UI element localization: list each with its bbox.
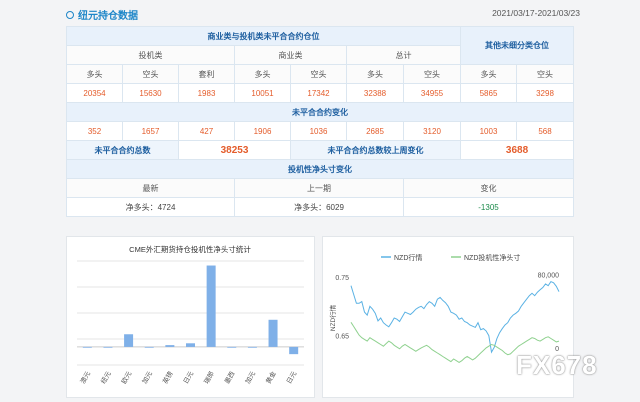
positions-table: 商业类与投机类未平合合约仓位 其他未细分类仓位 投机类 商业类 总计 多头 空头… (65, 26, 575, 217)
tick-label: 日元 (285, 370, 299, 386)
oi-change-value: 3688 (460, 140, 575, 160)
bar (103, 346, 113, 348)
tick-label: 加元 (243, 369, 258, 385)
value-cell: 17342 (290, 83, 347, 103)
watermark: FX678 (516, 350, 598, 380)
legend-label: NZD投机性净头寸 (464, 253, 520, 262)
bar-chart: CME外汇期货持仓投机性净头寸统计澳元 纽元 欧元 加元 英镑 日元 瑞郎 墨西 加元 黄金 日元 (77, 244, 304, 386)
header-main: 商业类与投机类未平合合约仓位 (65, 26, 462, 46)
change-cell: 1906 (234, 121, 291, 141)
header-spec: 投机类 (66, 45, 235, 65)
tick-label: 日元 (182, 370, 196, 386)
change-cell: 1003 (460, 121, 518, 141)
value-cell: 15630 (122, 83, 179, 103)
oi-change-label: 未平合合约总数较上周变化 (289, 140, 462, 160)
tick-label: 墨西 (223, 370, 237, 386)
bar (82, 346, 92, 348)
header-change: 未平合合约变化 (65, 102, 575, 122)
col-head: 多头 (346, 64, 404, 84)
net-col-change: 变化 (402, 178, 575, 198)
section-title-text: 纽元持仓数据 (78, 11, 138, 22)
value-cell: 10051 (234, 83, 291, 103)
oi-label: 未平合合约总数 (66, 140, 179, 160)
col-head: 空头 (516, 64, 575, 84)
bar (124, 334, 134, 347)
net-prev: 净多头：6029 (234, 197, 404, 217)
circle-icon (66, 11, 74, 19)
y-tick-left: 0.75 (335, 275, 349, 282)
legend-label: NZD行情 (394, 253, 422, 262)
tick-label: 瑞郎 (202, 369, 217, 385)
change-cell: 2685 (346, 121, 404, 141)
col-head: 空头 (290, 64, 347, 84)
net-col-prev: 上一期 (234, 178, 404, 198)
tick-label: 欧元 (119, 369, 134, 385)
change-cell: 1657 (122, 121, 179, 141)
change-cell: 568 (516, 121, 575, 141)
series-line-nzd (350, 280, 560, 354)
header-other: 其他未细分类仓位 (460, 26, 575, 65)
date-range: 2021/03/17-2021/03/23 (492, 8, 580, 18)
bar-chart-panel: CME外汇期货持仓投机性净头寸统计 澳元 纽元 欧元 加元 英镑 日元 瑞郎 墨西 加元 黄金 日元 (66, 236, 315, 398)
change-cell: 427 (178, 121, 235, 141)
col-head: 空头 (122, 64, 179, 84)
value-cell: 5865 (460, 83, 518, 103)
change-cell: 1036 (290, 121, 347, 141)
col-head: 空头 (402, 64, 462, 84)
net-latest: 净多头：4724 (66, 197, 235, 217)
header-comm: 商业类 (234, 45, 347, 65)
col-head: 套利 (178, 64, 235, 84)
page: 纽元持仓数据 2021/03/17-2021/03/23 商业类与投机类未平合合… (0, 0, 640, 400)
bar (227, 346, 237, 348)
value-cell: 20354 (66, 83, 123, 103)
bar (144, 346, 154, 348)
oi-value: 38253 (178, 140, 291, 160)
tick-label: 英镑 (160, 369, 175, 385)
bar (206, 265, 216, 347)
y-tick-left: 0.65 (335, 334, 349, 341)
bar (186, 343, 195, 347)
col-head: 多头 (460, 64, 518, 84)
header: 纽元持仓数据 2021/03/17-2021/03/23 (58, 4, 580, 24)
net-col-latest: 最新 (66, 178, 235, 198)
section-title: 纽元持仓数据 (66, 7, 138, 22)
header-net: 投机性净头寸变化 (65, 159, 575, 179)
value-cell: 1983 (178, 83, 235, 103)
change-cell: 3120 (402, 121, 462, 141)
y-tick-right: 80,000 (538, 273, 560, 280)
y-axis-label: NZD行情 (328, 304, 337, 331)
tick-label: 澳元 (78, 369, 93, 385)
bar (268, 319, 278, 347)
bar (247, 346, 257, 348)
tick-label: 纽元 (98, 369, 113, 385)
col-head: 多头 (66, 64, 123, 84)
tick-label: 加元 (140, 369, 155, 385)
change-cell: 352 (66, 121, 123, 141)
bar (289, 346, 299, 355)
col-head: 多头 (234, 64, 291, 84)
value-cell: 3298 (516, 83, 575, 103)
header-total: 总计 (345, 45, 462, 65)
value-cell: 32388 (346, 83, 404, 103)
chart-title: CME外汇期货持仓投机性净头寸统计 (129, 244, 251, 254)
net-change: -1305 (402, 197, 575, 217)
bar (165, 345, 175, 347)
value-cell: 34955 (402, 83, 462, 103)
tick-label: 黄金 (263, 369, 278, 385)
